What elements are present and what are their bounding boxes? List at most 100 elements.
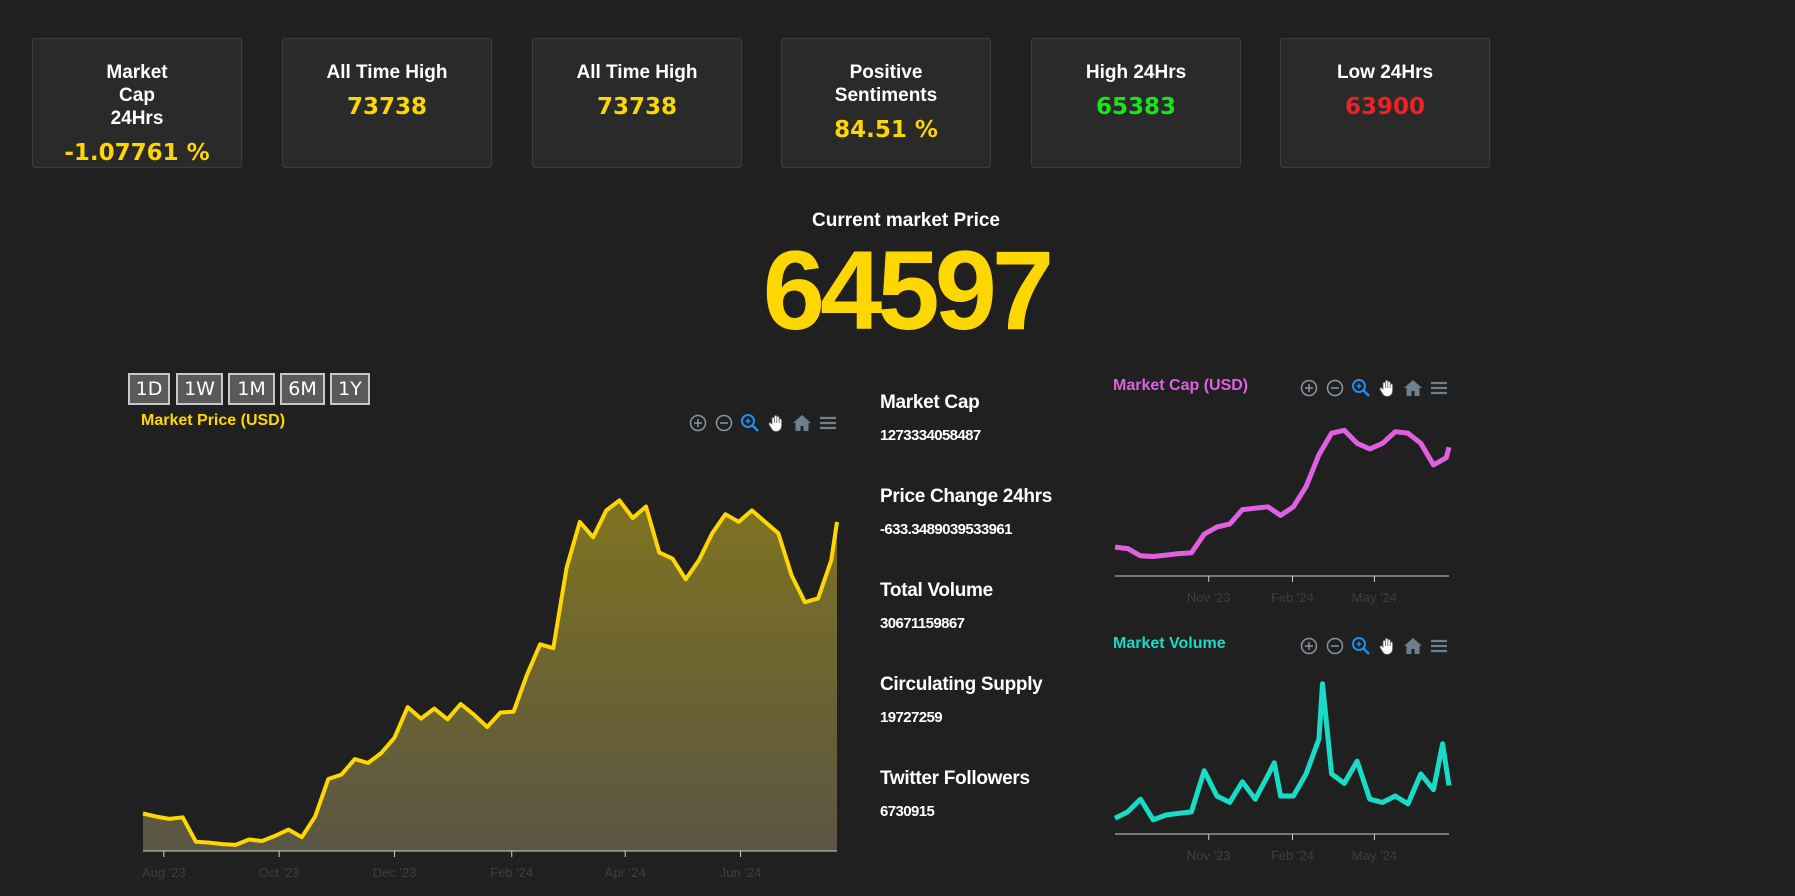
- price-data-point: [551, 646, 555, 650]
- market-cap-data-point: [1355, 441, 1359, 445]
- market-cap-data-point: [1419, 441, 1423, 445]
- price-data-point: [644, 505, 648, 509]
- price-data-point: [835, 520, 839, 524]
- price-data-point: [591, 535, 595, 539]
- price-data-point: [194, 840, 198, 844]
- volume-x-tick-label: Feb '24: [1271, 848, 1314, 863]
- price-data-point: [525, 673, 529, 677]
- price-data-point: [419, 717, 423, 721]
- price-data-point: [260, 839, 264, 843]
- price-data-point: [538, 642, 542, 646]
- price-data-point: [737, 520, 741, 524]
- volume-data-point: [1368, 797, 1372, 801]
- volume-data-point: [1253, 797, 1257, 801]
- volume-data-point: [1419, 772, 1423, 776]
- volume-data-point: [1164, 813, 1168, 817]
- price-data-point: [234, 843, 238, 847]
- price-data-point: [604, 508, 608, 512]
- volume-data-point: [1279, 794, 1283, 798]
- volume-series-line: [1113, 681, 1452, 823]
- price-data-point: [393, 736, 397, 740]
- market-cap-data-point: [1164, 553, 1168, 557]
- price-data-point: [340, 772, 344, 776]
- price-chart[interactable]: Aug '23 Oct '23 Dec '23 Feb '24 Apr '24 Jun '…: [0, 0, 1795, 896]
- price-data-point: [803, 600, 807, 604]
- volume-data-point: [1228, 800, 1232, 804]
- volume-data-point: [1304, 772, 1308, 776]
- market-cap-data-point: [1126, 547, 1130, 551]
- price-x-tick-label: Feb '24: [490, 865, 533, 880]
- market-cap-x-tick-label: Nov '23: [1187, 590, 1231, 605]
- price-area-fill: [143, 500, 837, 851]
- price-data-point: [697, 558, 701, 562]
- price-data-point: [670, 557, 674, 561]
- market-cap-x-tick-label: May '24: [1352, 590, 1397, 605]
- price-data-point: [485, 725, 489, 729]
- volume-data-point: [1355, 759, 1359, 763]
- price-data-point: [618, 498, 622, 502]
- price-data-point: [684, 577, 688, 581]
- price-data-point: [406, 705, 410, 709]
- market-cap-data-point: [1189, 551, 1193, 555]
- market-cap-data-point: [1215, 525, 1219, 529]
- market-cap-data-point: [1228, 522, 1232, 526]
- price-x-tick-label: Oct '23: [259, 865, 300, 880]
- market-cap-data-point: [1342, 428, 1346, 432]
- volume-data-point: [1291, 794, 1295, 798]
- price-data-point: [141, 811, 145, 815]
- volume-data-point: [1266, 773, 1270, 777]
- volume-x-tick-label: May '24: [1352, 848, 1397, 863]
- price-x-tick-label: Dec '23: [373, 865, 417, 880]
- market-cap-data-point: [1432, 463, 1436, 467]
- volume-data-point: [1393, 794, 1397, 798]
- volume-data-point: [1272, 761, 1276, 765]
- market-cap-data-point: [1113, 545, 1117, 549]
- volume-data-point: [1406, 802, 1410, 806]
- price-data-point: [273, 834, 277, 838]
- price-data-point: [432, 707, 436, 711]
- volume-data-point: [1215, 794, 1219, 798]
- price-data-point: [631, 516, 635, 520]
- price-x-tick-label: Apr '24: [605, 865, 646, 880]
- market-cap-data-point: [1304, 485, 1308, 489]
- price-data-point: [816, 596, 820, 600]
- price-data-point: [710, 531, 714, 535]
- volume-data-point: [1441, 742, 1445, 746]
- price-data-point: [459, 702, 463, 706]
- price-data-point: [313, 815, 317, 819]
- price-x-tick-label: Jun '24: [720, 865, 762, 880]
- volume-data-point: [1240, 780, 1244, 784]
- price-data-point: [326, 777, 330, 781]
- market-cap-data-point: [1393, 430, 1397, 434]
- market-cap-data-point: [1406, 431, 1410, 435]
- price-data-point: [154, 815, 158, 819]
- volume-data-point: [1177, 811, 1181, 815]
- price-data-point: [750, 508, 754, 512]
- price-data-point: [498, 710, 502, 714]
- market-cap-series-line: [1114, 427, 1452, 559]
- price-data-point: [379, 751, 383, 755]
- market-cap-data-point: [1291, 505, 1295, 509]
- market-cap-data-point: [1447, 445, 1451, 449]
- price-data-point: [723, 512, 727, 516]
- market-cap-data-point: [1279, 513, 1283, 517]
- volume-x-tick-label: Nov '23: [1187, 848, 1231, 863]
- market-cap-data-point: [1368, 447, 1372, 451]
- market-cap-data-point: [1317, 453, 1321, 457]
- market-cap-data-point: [1240, 508, 1244, 512]
- price-data-point: [167, 817, 171, 821]
- price-data-point: [657, 550, 661, 554]
- volume-data-point: [1330, 772, 1334, 776]
- volume-data-point: [1447, 783, 1451, 787]
- market-cap-data-point: [1138, 554, 1142, 558]
- volume-data-point: [1151, 818, 1155, 822]
- market-cap-x-tick-label: Feb '24: [1271, 590, 1314, 605]
- price-data-point: [220, 842, 224, 846]
- volume-data-point: [1138, 797, 1142, 801]
- market-cap-data-point: [1266, 505, 1270, 509]
- market-cap-data-point: [1381, 441, 1385, 445]
- volume-data-point: [1113, 816, 1117, 820]
- volume-data-point: [1317, 737, 1321, 741]
- volume-data-point: [1342, 781, 1346, 785]
- volume-data-point: [1189, 810, 1193, 814]
